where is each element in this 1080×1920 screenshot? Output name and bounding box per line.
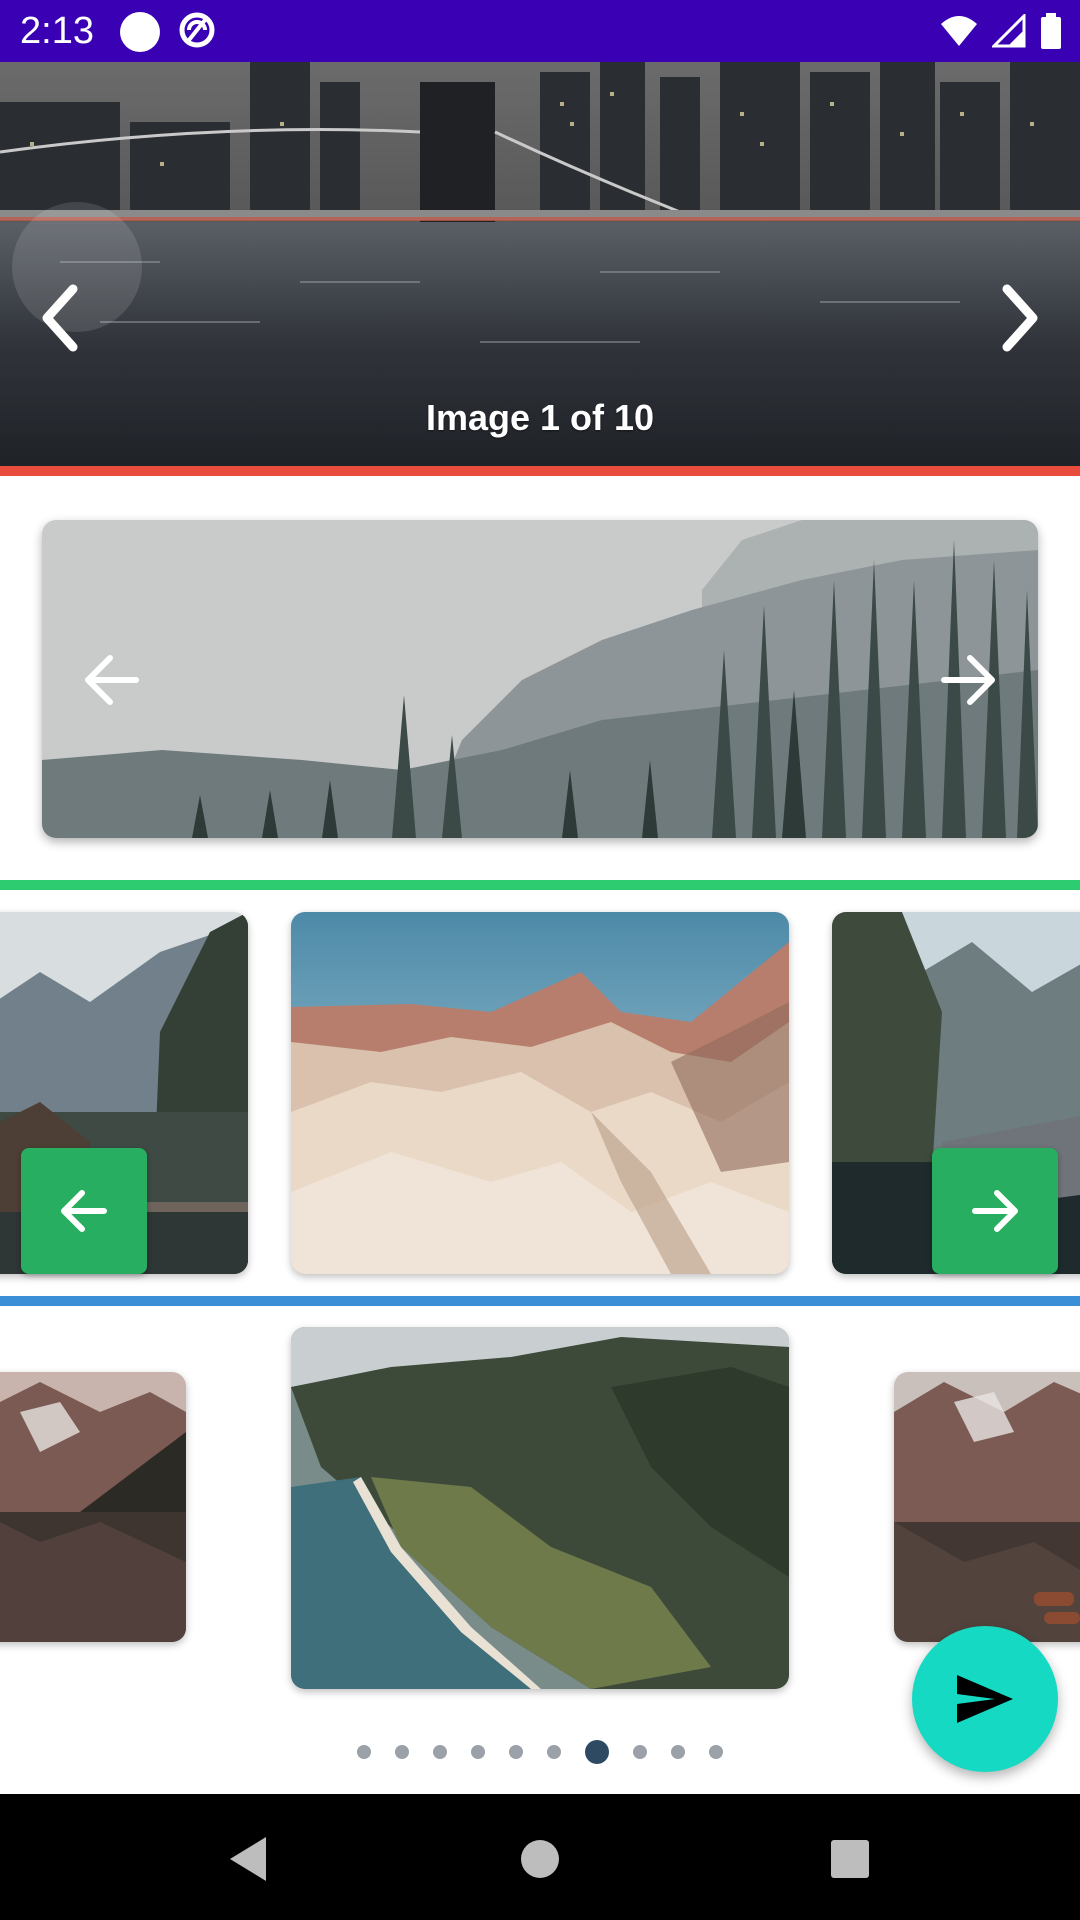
send-icon bbox=[957, 1675, 1013, 1723]
signal-icon bbox=[992, 14, 1026, 48]
carousel-3-next-button[interactable] bbox=[932, 1148, 1058, 1274]
blue-divider bbox=[0, 1296, 1080, 1306]
arrow-left-icon bbox=[85, 655, 139, 705]
chevron-left-icon bbox=[42, 284, 78, 352]
desert-badlands-image bbox=[291, 912, 789, 1274]
back-button[interactable] bbox=[218, 1829, 278, 1889]
carousel-4-dot[interactable] bbox=[509, 1745, 523, 1759]
status-bar: 2:13 bbox=[0, 0, 1080, 62]
coastal-cliffs-aerial-image bbox=[291, 1327, 789, 1689]
hero-carousel[interactable]: Image 1 of 10 bbox=[0, 62, 1080, 466]
carousel-4-dot[interactable] bbox=[471, 1745, 485, 1759]
status-time: 2:13 bbox=[20, 10, 94, 52]
home-button[interactable] bbox=[510, 1829, 570, 1889]
carousel-4-dot[interactable] bbox=[671, 1745, 685, 1759]
carousel-4-dot[interactable] bbox=[585, 1740, 609, 1764]
carousel-4-dot[interactable] bbox=[433, 1745, 447, 1759]
green-divider bbox=[0, 880, 1080, 890]
carousel-4-dot[interactable] bbox=[395, 1745, 409, 1759]
sync-icon bbox=[177, 10, 217, 50]
carousel-4-dot[interactable] bbox=[547, 1745, 561, 1759]
carousel-4-slide[interactable] bbox=[0, 1372, 186, 1642]
carousel-3-prev-button[interactable] bbox=[21, 1148, 147, 1274]
carousel-3-slide[interactable] bbox=[291, 912, 789, 1274]
carousel-4-dots bbox=[0, 1740, 1080, 1764]
arrow-right-icon bbox=[941, 655, 995, 705]
carousel-4-dot[interactable] bbox=[709, 1745, 723, 1759]
carousel-4-slide[interactable] bbox=[291, 1327, 789, 1689]
arrow-right-icon bbox=[972, 1190, 1018, 1232]
forest-carousel[interactable] bbox=[42, 520, 1038, 838]
forest-next-button[interactable] bbox=[928, 640, 1008, 720]
home-icon bbox=[521, 1840, 559, 1878]
battery-icon bbox=[1040, 13, 1062, 49]
carousel-4-dot[interactable] bbox=[633, 1745, 647, 1759]
hero-caption: Image 1 of 10 bbox=[425, 397, 655, 438]
recents-button[interactable] bbox=[820, 1829, 880, 1889]
send-fab[interactable] bbox=[912, 1626, 1058, 1772]
back-icon bbox=[230, 1837, 266, 1881]
red-divider bbox=[0, 466, 1080, 476]
navigation-bar bbox=[0, 1794, 1080, 1920]
recents-icon bbox=[831, 1840, 869, 1878]
chevron-right-icon bbox=[1002, 284, 1038, 352]
alpine-lake-boats-image bbox=[894, 1372, 1080, 1642]
alpine-lake-reflection-image bbox=[0, 1372, 186, 1642]
hero-next-button[interactable] bbox=[980, 258, 1060, 378]
carousel-4-dot[interactable] bbox=[357, 1745, 371, 1759]
arrow-left-icon bbox=[61, 1190, 107, 1232]
wifi-icon bbox=[940, 14, 978, 48]
circle-icon bbox=[120, 12, 160, 52]
hero-prev-button[interactable] bbox=[20, 258, 100, 378]
forest-prev-button[interactable] bbox=[72, 640, 152, 720]
carousel-4-slide[interactable] bbox=[894, 1372, 1080, 1642]
forest-image bbox=[42, 520, 1038, 838]
